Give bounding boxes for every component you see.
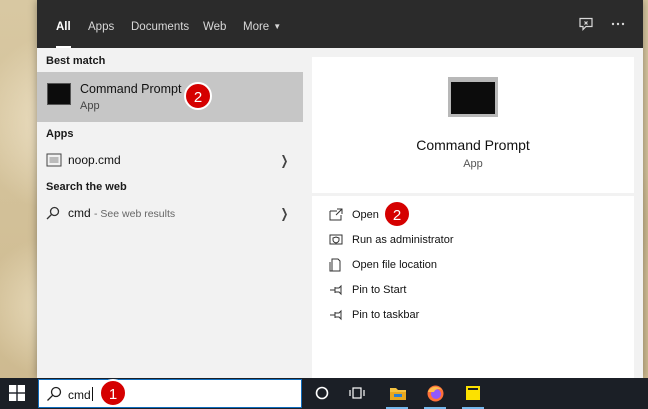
- pin-icon: [329, 308, 343, 322]
- shield-icon: [329, 233, 343, 247]
- app-actions: Open 2 Run as administrator Open file lo…: [312, 196, 634, 378]
- search-icon: [46, 386, 62, 402]
- firefox-button[interactable]: [418, 378, 452, 409]
- command-prompt-icon: [448, 77, 498, 117]
- action-pin-to-start[interactable]: Pin to Start: [312, 280, 634, 302]
- app-detail-card: Command Prompt App: [312, 57, 634, 193]
- app-result-name: noop.cmd: [68, 153, 121, 167]
- windows-icon: [9, 385, 25, 401]
- text-cursor: [91, 387, 93, 401]
- action-open-file-location-label: Open file location: [352, 259, 437, 271]
- taskbar-search-box[interactable]: cmd 1: [38, 379, 302, 408]
- action-run-as-admin[interactable]: Run as administrator: [312, 230, 634, 252]
- sticky-notes-icon: [466, 386, 480, 400]
- folder-icon: [390, 388, 406, 400]
- best-match-subtitle: App: [80, 100, 100, 112]
- tab-more[interactable]: More ▼: [243, 0, 281, 48]
- tab-documents[interactable]: Documents: [131, 0, 189, 48]
- action-run-as-admin-label: Run as administrator: [352, 234, 454, 246]
- search-input[interactable]: cmd: [68, 387, 93, 402]
- action-open-file-location[interactable]: Open file location: [312, 255, 634, 277]
- detail-subtitle: App: [463, 158, 483, 170]
- step-badge: 2: [184, 82, 212, 110]
- web-query: cmd: [68, 206, 91, 220]
- detail-title: Command Prompt: [416, 137, 530, 153]
- cortana-icon: [315, 386, 329, 400]
- more-options-icon[interactable]: [610, 16, 626, 32]
- cmd-file-icon: [46, 153, 62, 167]
- best-match-header: Best match: [46, 55, 106, 67]
- file-location-icon: [329, 258, 343, 272]
- taskbar: cmd 1: [0, 378, 648, 409]
- tab-web[interactable]: Web: [203, 0, 226, 48]
- search-icon: [46, 206, 62, 220]
- action-pin-to-taskbar-label: Pin to taskbar: [352, 309, 420, 321]
- command-prompt-icon: [47, 83, 71, 105]
- step-badge: 2: [383, 200, 411, 228]
- tab-all[interactable]: All: [56, 0, 71, 48]
- start-button[interactable]: [0, 378, 36, 409]
- open-icon: [329, 208, 343, 222]
- sticky-notes-button[interactable]: [456, 378, 490, 409]
- file-explorer-button[interactable]: [380, 378, 414, 409]
- feedback-icon[interactable]: [578, 16, 594, 32]
- best-match-item[interactable]: Command Prompt App 2: [37, 72, 303, 122]
- web-search-text: cmd - See web results: [68, 206, 175, 220]
- tab-apps[interactable]: Apps: [88, 0, 114, 48]
- task-view-icon: [349, 387, 365, 399]
- step-badge: 1: [99, 379, 127, 407]
- action-open-label: Open: [352, 209, 379, 221]
- list-item[interactable]: noop.cmd ❯: [37, 148, 303, 172]
- chevron-right-icon[interactable]: ❯: [281, 206, 289, 222]
- apps-header: Apps: [46, 128, 74, 140]
- web-hint: - See web results: [94, 208, 176, 220]
- chevron-right-icon[interactable]: ❯: [281, 153, 289, 169]
- web-search-item[interactable]: cmd - See web results ❯: [37, 201, 303, 225]
- caret-down-icon: ▼: [273, 22, 282, 31]
- pin-icon: [329, 283, 343, 297]
- results-list: Best match Command Prompt App 2 Apps noo…: [37, 48, 303, 378]
- firefox-icon: [427, 385, 444, 402]
- search-input-value: cmd: [68, 388, 91, 402]
- cortana-button[interactable]: [305, 378, 339, 409]
- action-open[interactable]: Open 2: [312, 200, 634, 228]
- task-view-button[interactable]: [340, 378, 374, 409]
- search-web-header: Search the web: [46, 181, 127, 193]
- action-pin-to-start-label: Pin to Start: [352, 284, 407, 296]
- best-match-title: Command Prompt: [80, 82, 182, 96]
- action-pin-to-taskbar[interactable]: Pin to taskbar: [312, 305, 634, 327]
- tab-more-label: More: [243, 21, 270, 33]
- search-panel: All Apps Documents Web More ▼ Best match …: [37, 0, 643, 378]
- search-filter-bar: All Apps Documents Web More ▼: [37, 0, 643, 48]
